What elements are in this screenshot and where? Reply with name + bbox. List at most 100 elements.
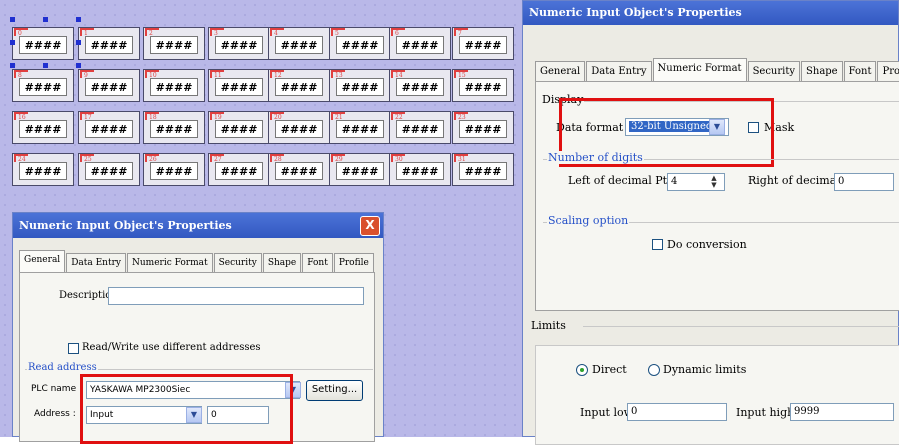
left-dialog-titlebar: Numeric Input Object's Properties [13,213,383,238]
tab-data-entry[interactable]: Data Entry [586,61,652,81]
tab-numeric-format[interactable]: Numeric Format [126,253,213,273]
numeric-input-cell[interactable]: 25 #### [78,153,140,186]
cell-tag: 10 [145,70,159,79]
numeric-input-cell[interactable]: 6 #### [389,27,451,60]
left-dialog-tabs: General Data Entry Numeric Format Securi… [19,250,375,273]
selection-handle[interactable] [76,63,81,68]
tab-shape[interactable]: Shape [801,61,843,81]
selection-handle[interactable] [76,17,81,22]
numeric-input-cell[interactable]: 12 #### [268,69,330,102]
cell-value: #### [150,36,198,54]
cell-value: #### [19,36,67,54]
numeric-input-cell[interactable]: 4 #### [268,27,330,60]
cell-value: #### [150,78,198,96]
numeric-input-cell[interactable]: 19 #### [208,111,270,144]
cell-value: #### [150,162,198,180]
input-high-field[interactable]: 9999 [790,403,894,421]
numeric-input-cell[interactable]: 1 #### [78,27,140,60]
right-dialog-tabs: General Data Entry Numeric Format Securi… [535,58,899,81]
tab-general[interactable]: General [535,61,586,81]
numeric-input-cell[interactable]: 20 #### [268,111,330,144]
numeric-input-cell[interactable]: 27 #### [208,153,270,186]
numeric-input-cell[interactable]: 8 #### [12,69,74,102]
tab-security[interactable]: Security [747,61,801,81]
direct-radio[interactable] [576,364,588,376]
cell-value: #### [396,162,444,180]
cell-tag: 3 [210,28,224,37]
selection-handle[interactable] [43,17,48,22]
tab-profile[interactable]: Profile [877,61,899,81]
numeric-input-cell[interactable]: 31 #### [452,153,514,186]
numeric-input-cell[interactable]: 24 #### [12,153,74,186]
tab-data-entry[interactable]: Data Entry [66,253,126,273]
numeric-input-cell[interactable]: 0 #### [12,27,74,60]
cell-tag: 25 [80,154,94,163]
cell-value: #### [459,162,507,180]
cell-value: #### [85,120,133,138]
tab-general[interactable]: General [19,250,66,273]
setting-button[interactable]: Setting... [306,380,363,401]
numeric-input-cell[interactable]: 15 #### [452,69,514,102]
dynamic-limits-radio[interactable] [648,364,660,376]
tab-shape[interactable]: Shape [262,253,302,273]
cell-value: #### [150,120,198,138]
numeric-input-cell[interactable]: 29 #### [329,153,391,186]
scaling-group-title: Scaling option [547,214,630,227]
cell-value: #### [336,78,384,96]
description-input[interactable] [108,287,364,305]
cell-value: #### [215,120,263,138]
read-address-title: Read address [27,362,98,373]
numeric-input-cell[interactable]: 22 #### [389,111,451,144]
cell-tag: 15 [454,70,468,79]
left-properties-dialog: Numeric Input Object's Properties X Gene… [12,212,384,444]
cell-value: #### [396,120,444,138]
cell-tag: 12 [270,70,284,79]
right-decimal-input[interactable]: 0 [834,173,894,191]
close-icon[interactable]: X [360,216,380,236]
cell-value: #### [459,78,507,96]
numeric-input-cell[interactable]: 9 #### [78,69,140,102]
selection-handle[interactable] [10,63,15,68]
tab-font[interactable]: Font [843,61,877,81]
numeric-input-cell[interactable]: 21 #### [329,111,391,144]
numeric-input-cell[interactable]: 7 #### [452,27,514,60]
left-decimal-spinner[interactable]: ▲ ▼ [708,175,720,191]
numeric-input-cell[interactable]: 10 #### [143,69,205,102]
cell-tag: 13 [331,70,345,79]
numeric-input-cell[interactable]: 13 #### [329,69,391,102]
numeric-input-cell[interactable]: 2 #### [143,27,205,60]
limits-line [583,326,899,327]
numeric-input-cell[interactable]: 16 #### [12,111,74,144]
cell-tag: 21 [331,112,345,121]
selection-handle[interactable] [76,40,81,45]
rw-different-checkbox[interactable] [68,343,79,354]
input-low-field[interactable]: 0 [627,403,727,421]
limits-panel [535,345,899,445]
cell-value: #### [396,36,444,54]
tab-security[interactable]: Security [213,253,262,273]
do-conversion-checkbox[interactable] [652,239,663,250]
cell-value: #### [275,78,323,96]
cell-value: #### [215,162,263,180]
tab-font[interactable]: Font [302,253,333,273]
numeric-input-cell[interactable]: 11 #### [208,69,270,102]
cell-tag: 18 [145,112,159,121]
dynamic-limits-label: Dynamic limits [663,363,747,376]
selection-handle[interactable] [10,17,15,22]
numeric-input-cell[interactable]: 26 #### [143,153,205,186]
numeric-input-cell[interactable]: 3 #### [208,27,270,60]
numeric-input-cell[interactable]: 23 #### [452,111,514,144]
numeric-input-cell[interactable]: 18 #### [143,111,205,144]
numeric-input-cell[interactable]: 5 #### [329,27,391,60]
cell-tag: 17 [80,112,94,121]
numeric-input-cell[interactable]: 17 #### [78,111,140,144]
cell-tag: 2 [145,28,159,37]
tab-profile[interactable]: Profile [333,253,374,273]
tab-numeric-format[interactable]: Numeric Format [652,58,747,81]
numeric-input-cell[interactable]: 30 #### [389,153,451,186]
selection-handle[interactable] [43,63,48,68]
selection-handle[interactable] [10,40,15,45]
left-decimal-label: Left of decimal Pt. : [568,174,678,187]
numeric-input-cell[interactable]: 28 #### [268,153,330,186]
numeric-input-cell[interactable]: 14 #### [389,69,451,102]
